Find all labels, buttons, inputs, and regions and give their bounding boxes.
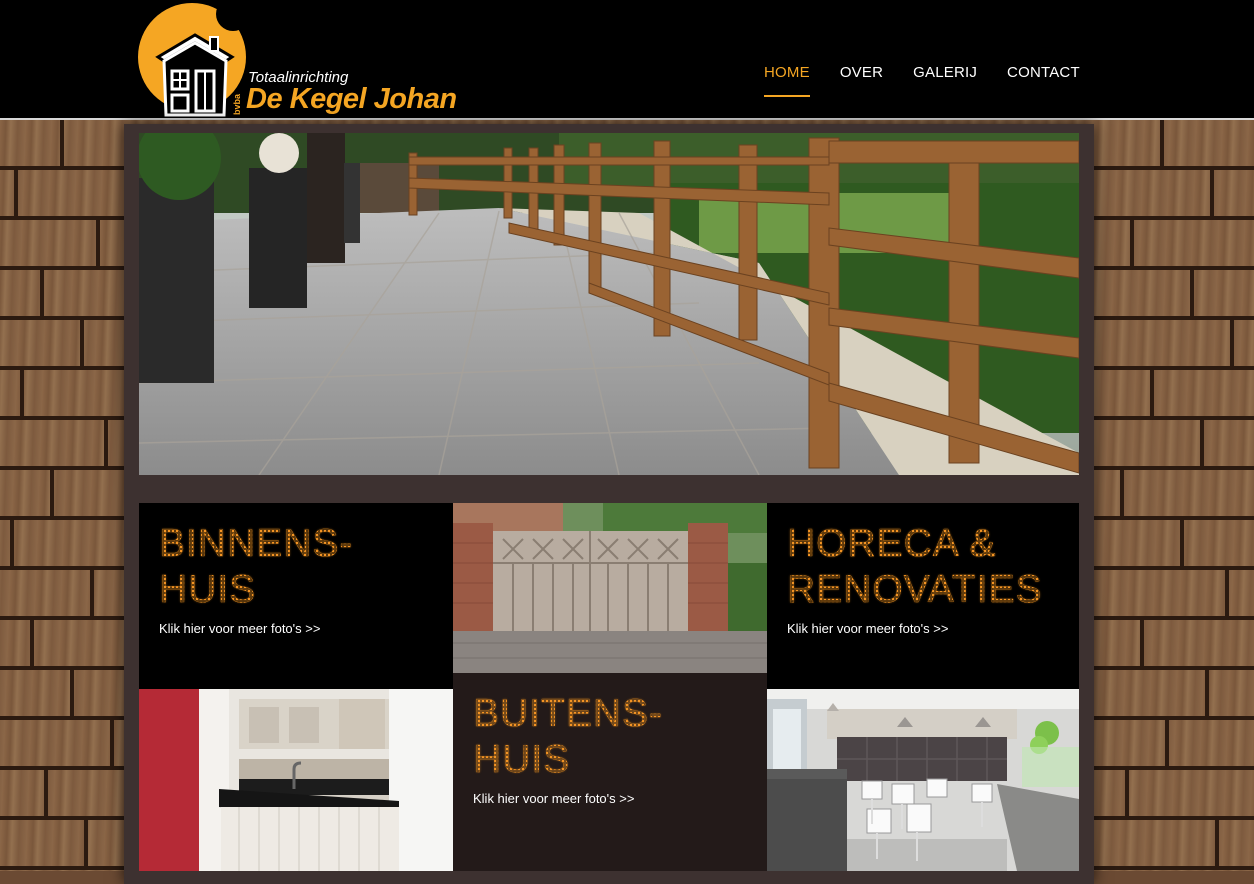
tile-binnenshuis[interactable]: BINNENS- HUIS Klik hier voor meer foto's… [139, 503, 453, 689]
site-logo[interactable]: Totaalinrichting bvba De Kegel Johan [138, 0, 468, 119]
kitchen-photo[interactable] [139, 689, 453, 871]
logo-company-name: De Kegel Johan [246, 83, 457, 115]
hero-image [139, 133, 1079, 475]
site-header: Totaalinrichting bvba De Kegel Johan HOM… [0, 0, 1254, 120]
nav-over[interactable]: OVER [840, 64, 883, 97]
tile-binnenshuis-title: BINNENS- HUIS [159, 522, 354, 611]
tile-buitenshuis-title: BUITENS- HUIS [473, 692, 664, 781]
gate-photo[interactable] [453, 503, 767, 673]
nav-contact[interactable]: CONTACT [1007, 64, 1080, 97]
nav-galerij[interactable]: GALERIJ [913, 64, 977, 97]
tile-buitenshuis-link[interactable]: Klik hier voor meer foto's >> [473, 791, 634, 806]
tile-horeca-title: HORECA & RENOVATIES [787, 522, 1043, 611]
tile-horeca-link[interactable]: Klik hier voor meer foto's >> [787, 621, 948, 636]
logo-bvba: bvba [232, 93, 242, 115]
nav-home[interactable]: HOME [764, 64, 810, 97]
house-icon [155, 33, 235, 117]
main-nav: HOME OVER GALERIJ CONTACT [764, 64, 1080, 97]
tile-horeca[interactable]: HORECA & RENOVATIES Klik hier voor meer … [767, 503, 1079, 689]
logo-bite [216, 0, 250, 31]
tile-binnenshuis-link[interactable]: Klik hier voor meer foto's >> [159, 621, 320, 636]
restaurant-photo[interactable] [767, 689, 1079, 871]
tile-buitenshuis[interactable]: BUITENS- HUIS Klik hier voor meer foto's… [453, 673, 767, 871]
